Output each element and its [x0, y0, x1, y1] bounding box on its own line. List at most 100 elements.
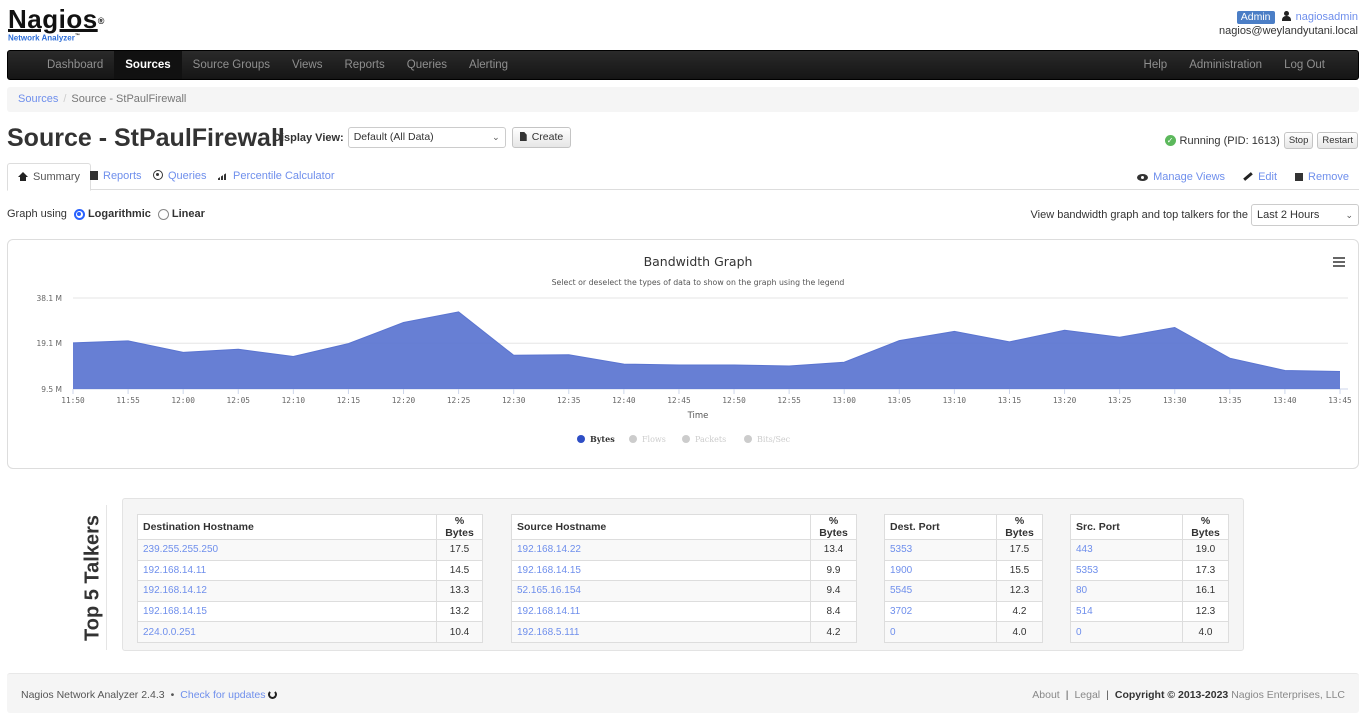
graph-using-label: Graph using: [7, 208, 67, 220]
legal-link[interactable]: Legal: [1074, 689, 1100, 701]
talker-link[interactable]: 443: [1070, 539, 1183, 561]
nav-dashboard[interactable]: Dashboard: [36, 51, 114, 79]
legend-item-packets[interactable]: Packets: [682, 435, 726, 444]
tab-percentile-calculator[interactable]: Percentile Calculator: [208, 163, 345, 190]
percent-bytes: 12.3: [1182, 600, 1229, 623]
dest-port-table: Dest. Port% Bytes 5353 17.5 1900 15.5 5545 12.…: [884, 514, 1043, 643]
talker-link[interactable]: 0: [884, 621, 997, 643]
percent-bytes: 13.4: [810, 539, 857, 561]
column-header: % Bytes: [436, 514, 483, 540]
legend-item-flows[interactable]: Flows: [629, 435, 666, 444]
divider: [106, 505, 107, 650]
talker-link[interactable]: 3702: [884, 600, 997, 623]
tab-queries[interactable]: Queries: [143, 163, 217, 190]
talker-link[interactable]: 5545: [884, 580, 997, 602]
logarithmic-radio[interactable]: [73, 208, 85, 220]
talker-link[interactable]: 192.168.14.22: [511, 539, 811, 561]
series-bytes-area[interactable]: [73, 311, 1340, 389]
create-view-button[interactable]: Create: [511, 127, 572, 148]
nav-administration[interactable]: Administration: [1178, 51, 1273, 79]
linear-label[interactable]: Linear: [172, 208, 205, 220]
column-header: Dest. Port: [884, 514, 997, 540]
talker-link[interactable]: 224.0.0.251: [137, 621, 437, 643]
stop-button[interactable]: Stop: [1283, 132, 1314, 149]
about-link[interactable]: About: [1032, 689, 1059, 701]
breadcrumb-sources[interactable]: Sources: [18, 93, 58, 105]
y-tick-label: 9.5 M: [41, 385, 62, 394]
talker-link[interactable]: 192.168.14.15: [137, 600, 437, 623]
x-tick-label: 13:40: [1273, 396, 1297, 405]
home-icon: [18, 172, 28, 181]
nav-views[interactable]: Views: [281, 51, 333, 79]
user-email: nagios@weylandyutani.local: [1219, 25, 1358, 37]
x-tick-label: 11:55: [116, 396, 140, 405]
x-tick-label: 13:30: [1163, 396, 1187, 405]
legend-item-bytes[interactable]: Bytes: [577, 434, 615, 444]
nav-sources[interactable]: Sources: [114, 51, 182, 79]
percent-bytes: 9.4: [810, 580, 857, 602]
username-link[interactable]: nagiosadmin: [1296, 11, 1358, 23]
talker-link[interactable]: 192.168.14.12: [137, 580, 437, 602]
nav-reports[interactable]: Reports: [333, 51, 395, 79]
talker-link[interactable]: 1900: [884, 559, 997, 582]
linear-radio[interactable]: [157, 208, 169, 220]
talker-link[interactable]: 52.165.16.154: [511, 580, 811, 602]
percent-bytes: 15.5: [996, 559, 1043, 582]
logarithmic-label[interactable]: Logarithmic: [88, 208, 151, 220]
table-row: 443 19.0: [1070, 539, 1229, 561]
nav-help[interactable]: Help: [1133, 51, 1179, 79]
table-row: 3702 4.2: [884, 600, 1043, 623]
nav-source-groups[interactable]: Source Groups: [182, 51, 281, 79]
talker-link[interactable]: 5353: [884, 539, 997, 561]
talker-link[interactable]: 192.168.14.11: [137, 559, 437, 582]
percent-bytes: 12.3: [996, 580, 1043, 602]
talker-link[interactable]: 514: [1070, 600, 1183, 623]
talker-link[interactable]: 239.255.255.250: [137, 539, 437, 561]
x-tick-label: 13:10: [943, 396, 967, 405]
table-row: 192.168.14.11 14.5: [137, 559, 483, 582]
chart-menu-icon[interactable]: [1333, 257, 1345, 267]
table-row: 5353 17.5: [884, 539, 1043, 561]
talker-link[interactable]: 192.168.5.111: [511, 621, 811, 643]
column-header: % Bytes: [1182, 514, 1229, 540]
logo[interactable]: Nagios® Network Analyzer™: [8, 6, 105, 44]
talker-link[interactable]: 192.168.14.11: [511, 600, 811, 623]
percent-bytes: 4.2: [810, 621, 857, 643]
display-view-select[interactable]: Default (All Data) ⌄: [347, 127, 506, 148]
user-icon: [1281, 11, 1291, 21]
table-header-row: Source Hostname% Bytes: [511, 514, 857, 540]
table-row: 0 4.0: [884, 621, 1043, 643]
nav-log-out[interactable]: Log Out: [1273, 51, 1336, 79]
source-actions: Manage Views Edit Remove: [1119, 163, 1349, 190]
legend-item-bitssec[interactable]: Bits/Sec: [744, 435, 791, 444]
edit-link[interactable]: Edit: [1243, 171, 1277, 183]
source-status: ✓ Running (PID: 1613) Stop Restart: [1164, 132, 1358, 149]
tab-summary[interactable]: Summary: [7, 163, 92, 191]
chart-title: Bandwidth Graph: [644, 254, 753, 269]
table-row: 5353 17.3: [1070, 559, 1229, 582]
table-row: 224.0.0.251 10.4: [137, 621, 483, 643]
copyright: Copyright © 2013-2023: [1114, 689, 1229, 701]
nav-alerting[interactable]: Alerting: [458, 51, 519, 79]
talker-link[interactable]: 80: [1070, 580, 1183, 602]
talker-link[interactable]: 5353: [1070, 559, 1183, 582]
percent-bytes: 17.5: [436, 539, 483, 561]
wrench-icon: [1243, 171, 1253, 181]
talker-link[interactable]: 0: [1070, 621, 1183, 643]
tab-reports[interactable]: Reports: [80, 163, 152, 190]
table-header-row: Destination Hostname% Bytes: [137, 514, 483, 540]
remove-link[interactable]: Remove: [1295, 170, 1349, 183]
source-hostname-table: Source Hostname% Bytes 192.168.14.22 13.4 1…: [511, 514, 857, 643]
restart-button[interactable]: Restart: [1317, 132, 1358, 149]
timeframe-select[interactable]: Last 2 Hours ⌄: [1251, 204, 1359, 226]
legend-marker: [744, 435, 752, 443]
book-icon: [90, 171, 98, 180]
nav-queries[interactable]: Queries: [396, 51, 458, 79]
x-tick-label: 12:55: [777, 396, 801, 405]
company-name: Nagios Enterprises, LLC: [1231, 689, 1345, 701]
check-updates-link[interactable]: Check for updates: [180, 689, 265, 701]
legend-label: Packets: [695, 435, 726, 444]
talker-link[interactable]: 192.168.14.15: [511, 559, 811, 582]
manage-views-link[interactable]: Manage Views: [1137, 171, 1225, 183]
src-port-table: Src. Port% Bytes 443 19.0 5353 17.3 80 16.1 514…: [1070, 514, 1229, 643]
